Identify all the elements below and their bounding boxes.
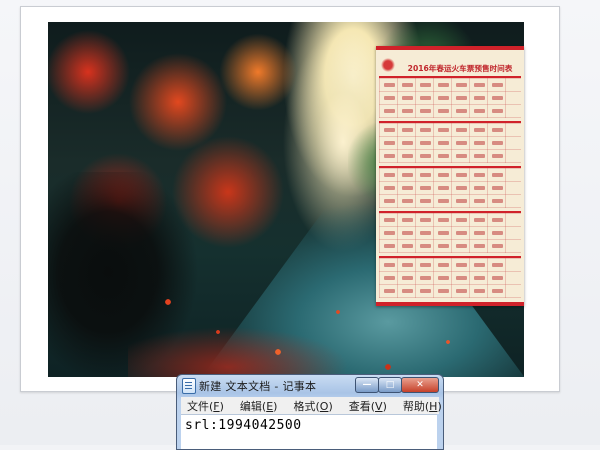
maximize-button[interactable]: □ — [378, 377, 402, 393]
menu-edit[interactable]: 编辑(E) — [240, 398, 278, 414]
poster-table-block — [379, 256, 521, 298]
menu-format[interactable]: 格式(O) — [293, 398, 332, 414]
notepad-window[interactable]: 新建 文本文档 - 记事本 — □ ✕ 文件(F) 编辑(E) 格式(O) 查看… — [176, 374, 444, 450]
minimize-button[interactable]: — — [355, 377, 379, 393]
close-icon: ✕ — [416, 380, 424, 390]
poster-flower-icon — [379, 56, 397, 74]
poster-table-block — [379, 211, 521, 253]
editor-content[interactable]: srl:1994042500 — [185, 418, 302, 433]
maximize-icon: □ — [385, 380, 395, 390]
train-ticket-timetable-poster: 2016年春运火车票预售时间表 — [376, 46, 524, 306]
poster-title: 2016年春运火车票预售时间表 — [407, 64, 513, 73]
menu-file[interactable]: 文件(F) — [187, 398, 224, 414]
poster-table-block — [379, 76, 521, 118]
menu-view[interactable]: 查看(V) — [349, 398, 387, 414]
menu-help[interactable]: 帮助(H) — [403, 398, 442, 414]
minimize-icon: — — [362, 380, 372, 390]
poster-table-block — [379, 166, 521, 208]
notepad-icon[interactable] — [182, 378, 196, 394]
poster-timetable-grid — [379, 76, 521, 301]
close-button[interactable]: ✕ — [401, 377, 439, 393]
menu-bar: 文件(F) 编辑(E) 格式(O) 查看(V) 帮助(H) — [181, 397, 442, 414]
window-title: 新建 文本文档 - 记事本 — [199, 380, 317, 393]
notepad-titlebar[interactable]: 新建 文本文档 - 记事本 — □ ✕ — [177, 375, 443, 395]
poster-table-block — [379, 121, 521, 163]
